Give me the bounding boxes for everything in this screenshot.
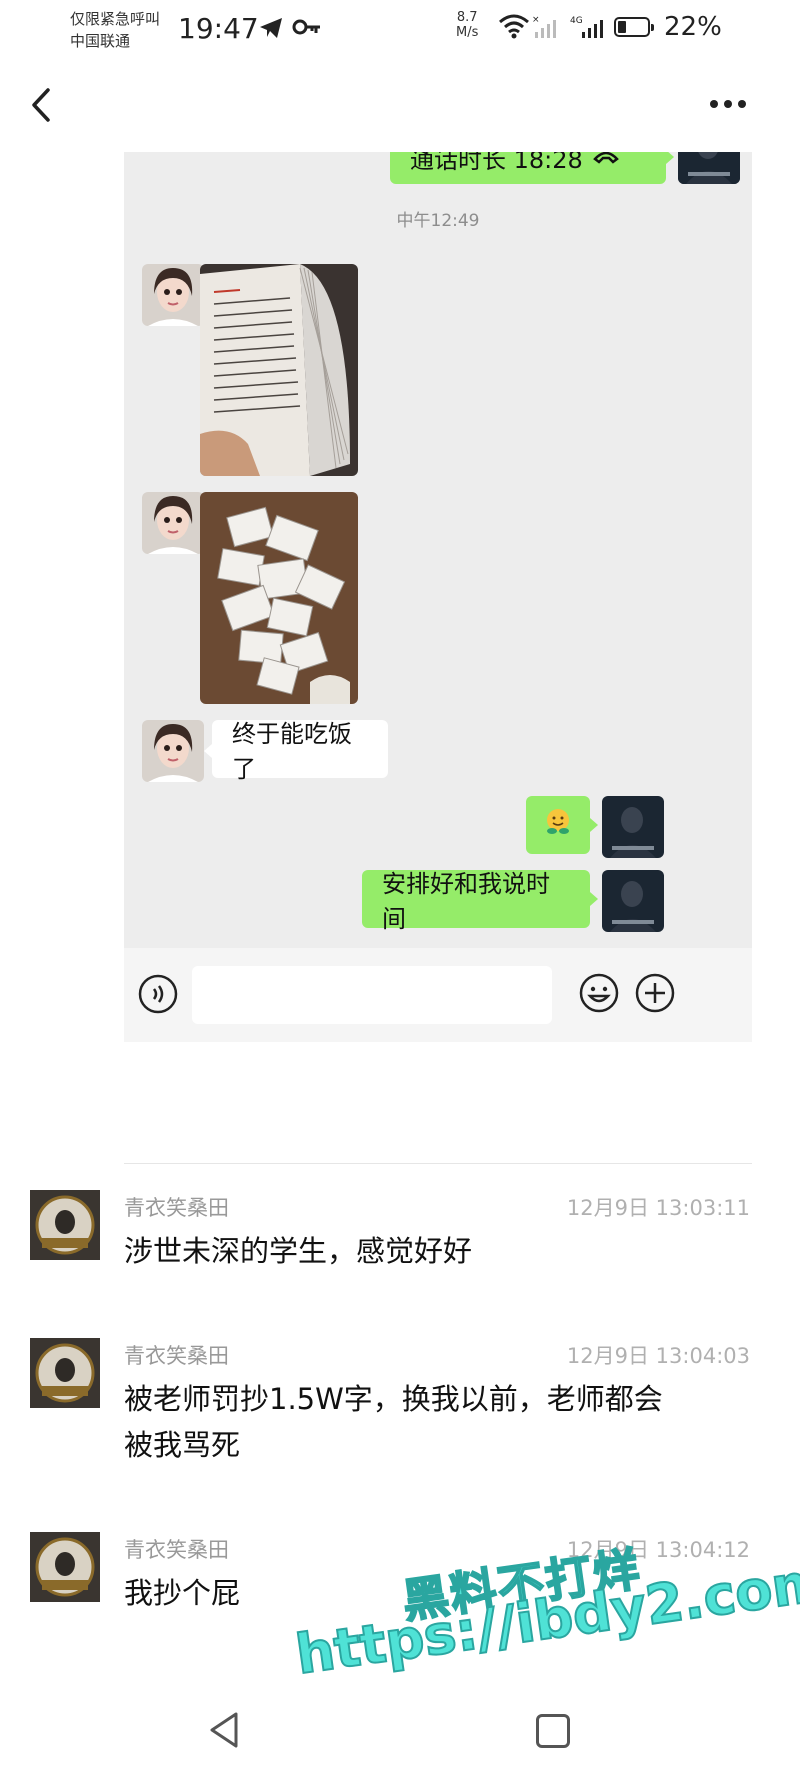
comment-time: 12月9日 13:04:03	[566, 1344, 750, 1368]
sent-message-text: 安排好和我说时间	[382, 870, 550, 933]
contact-avatar	[142, 720, 204, 782]
more-dots-icon[interactable]	[704, 92, 752, 116]
commenter-avatar[interactable]	[30, 1338, 100, 1408]
net-speed: 8.7 M/s	[456, 10, 478, 40]
chat-input-bar	[124, 948, 752, 1042]
my-avatar	[602, 870, 664, 932]
nav-home-icon[interactable]	[536, 1714, 570, 1748]
key-icon	[292, 18, 322, 40]
comment-text-line: 被我骂死	[124, 1428, 241, 1462]
commenter-name: 青衣笑桑田	[124, 1344, 229, 1368]
bubble-tail	[590, 818, 598, 832]
chat-timestamp: 中午12:49	[396, 211, 480, 231]
signal-icon-sim1: ×	[532, 14, 560, 44]
call-duration-bubble: 通话时长 18:28	[390, 152, 666, 184]
status-time: 19:47	[178, 12, 259, 45]
comment-text-line: 被老师罚抄1.5W字，换我以前，老师都会	[124, 1382, 663, 1416]
emoji-icon[interactable]	[578, 972, 620, 1018]
wifi-icon	[498, 13, 530, 43]
chat-screenshot: 通话时长 18:28 中午12:49 终于能吃饭了 安排好和我说时间	[124, 152, 752, 1042]
battery-percent: 22%	[664, 12, 722, 42]
voice-icon[interactable]	[138, 974, 178, 1018]
my-avatar	[678, 152, 740, 184]
status-bar: 仅限紧急呼叫 中国联通 19:47 8.7 M/s × 4G 22%	[0, 0, 800, 58]
bubble-tail	[590, 892, 598, 906]
carrier-emergency: 仅限紧急呼叫	[70, 10, 161, 28]
photo-message-papers[interactable]	[200, 492, 358, 704]
comment-time: 12月9日 13:03:11	[566, 1196, 750, 1220]
photo-message-book[interactable]	[200, 264, 358, 476]
bubble-tail	[204, 744, 212, 758]
carrier-info: 仅限紧急呼叫 中国联通	[70, 8, 160, 52]
commenter-avatar[interactable]	[30, 1190, 100, 1260]
bubble-tail	[666, 152, 674, 164]
contact-avatar	[142, 264, 204, 326]
call-duration-text: 通话时长 18:28	[410, 152, 583, 174]
received-message-bubble: 终于能吃饭了	[212, 720, 388, 783]
commenter-name: 青衣笑桑田	[124, 1196, 229, 1220]
nav-back-icon[interactable]	[206, 1710, 242, 1754]
commenter-name: 青衣笑桑田	[124, 1538, 229, 1562]
system-nav-bar	[0, 1700, 800, 1777]
emoji-icon-hug	[543, 807, 573, 843]
net-speed-unit: M/s	[456, 25, 479, 40]
svg-text:×: ×	[532, 15, 540, 25]
comment-text: 涉世未深的学生，感觉好好	[124, 1234, 473, 1268]
comment-text: 被老师罚抄1.5W字，换我以前，老师都会 被我骂死	[124, 1376, 744, 1468]
battery-icon	[614, 17, 654, 37]
received-message-text: 终于能吃饭了	[232, 720, 352, 783]
plus-icon[interactable]	[634, 972, 676, 1018]
sent-emoji-bubble	[526, 796, 590, 854]
my-avatar	[602, 796, 664, 858]
message-input[interactable]	[192, 966, 552, 1024]
commenter-avatar[interactable]	[30, 1532, 100, 1602]
phone-icon	[592, 152, 619, 171]
top-nav-bar	[0, 58, 800, 152]
signal-icon-sim2: 4G	[570, 14, 606, 44]
network-type-label: 4G	[570, 16, 583, 26]
contact-avatar	[142, 492, 204, 554]
sent-message-bubble: 安排好和我说时间	[362, 870, 590, 933]
divider	[124, 1163, 752, 1164]
net-speed-value: 8.7	[456, 10, 478, 25]
carrier-name: 中国联通	[70, 32, 131, 50]
chevron-left-icon[interactable]	[22, 80, 62, 130]
telegram-icon	[258, 16, 284, 44]
